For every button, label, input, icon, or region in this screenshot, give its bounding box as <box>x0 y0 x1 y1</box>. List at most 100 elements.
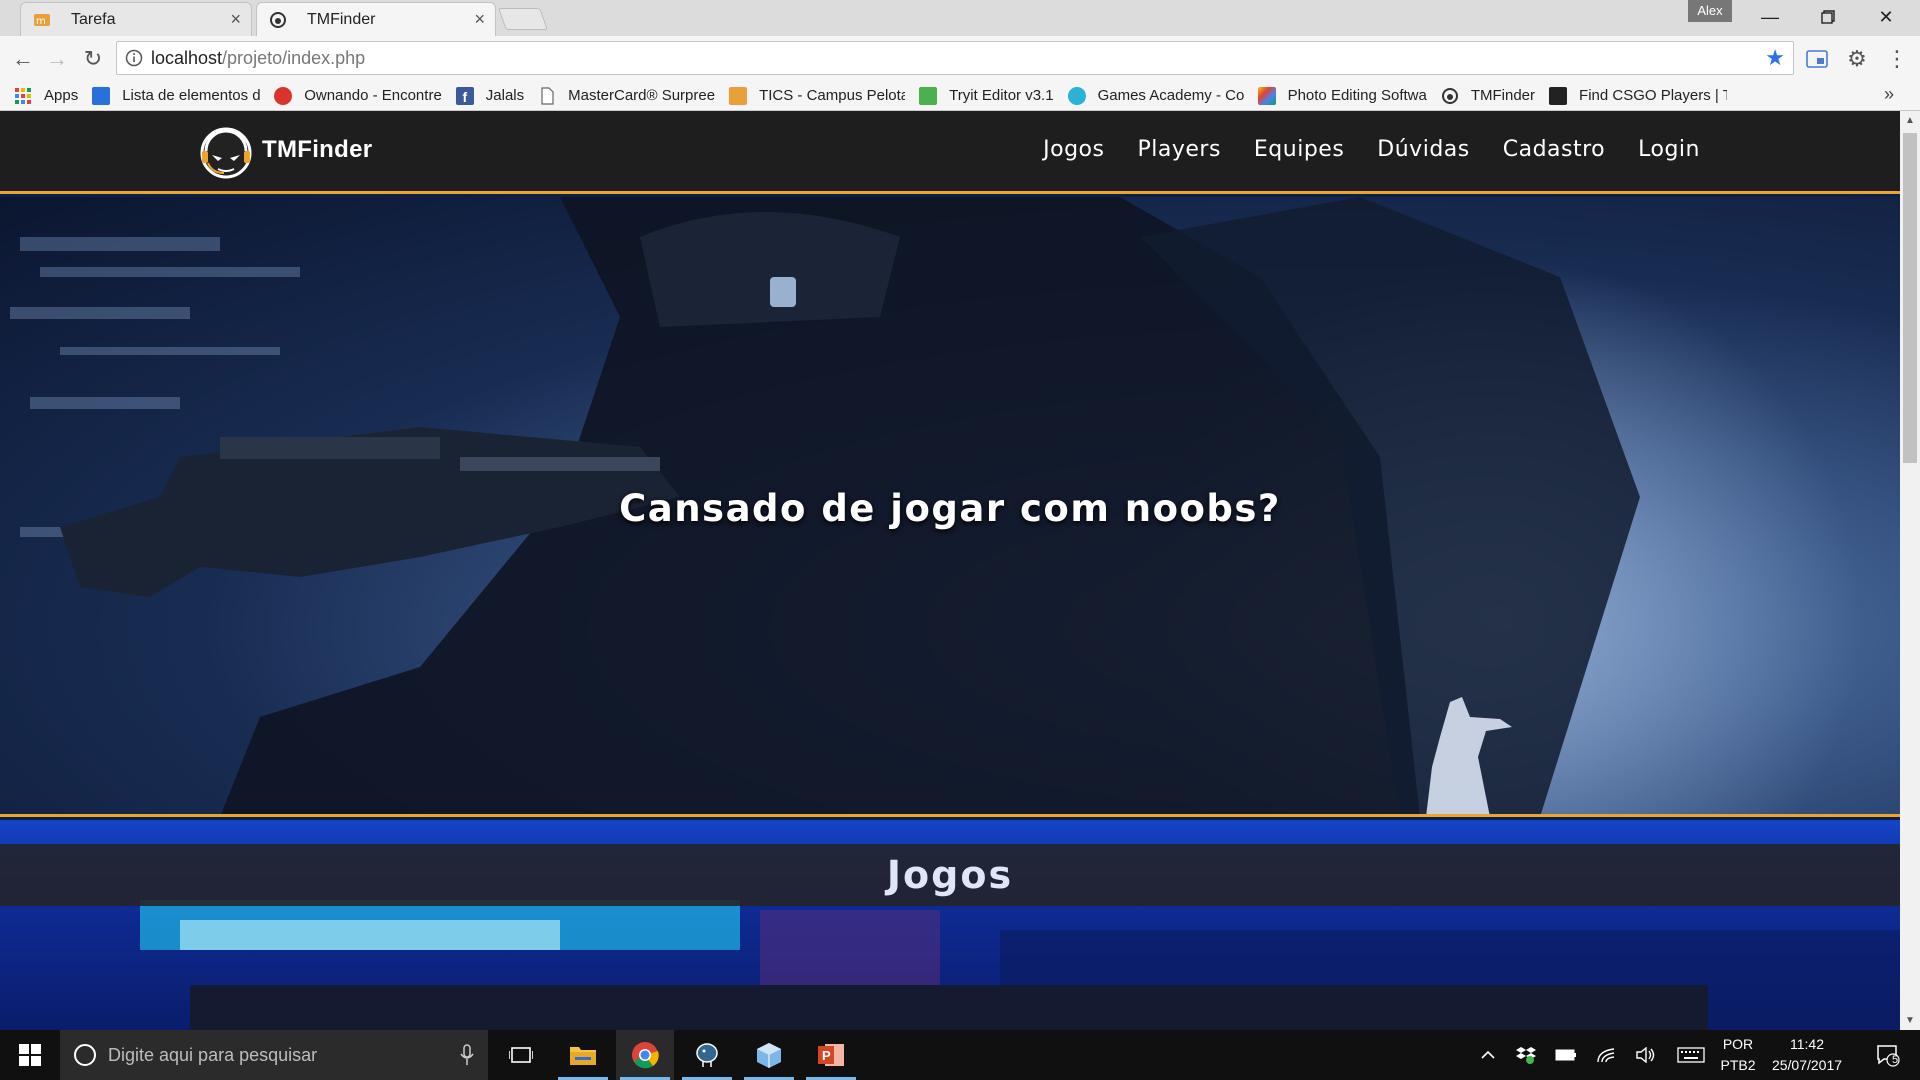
bookmark-tryit[interactable]: Tryit Editor v3.1 <box>919 86 1054 105</box>
bookmark-mastercard[interactable]: MasterCard® Surpree <box>538 86 716 105</box>
tab-tarefa[interactable]: m Tarefa × <box>20 2 252 36</box>
bookmarks-bar: Apps Lista de elementos do Ownando - Enc… <box>0 81 1920 111</box>
virtualbox-cube-icon[interactable] <box>740 1030 798 1080</box>
bookmark-ownando[interactable]: Ownando - Encontre <box>274 86 442 105</box>
close-tab-icon[interactable]: × <box>230 10 241 28</box>
page-icon <box>541 86 554 105</box>
volume-icon[interactable] <box>1632 1030 1660 1080</box>
bookmark-games-academy[interactable]: Games Academy - Co <box>1067 86 1244 105</box>
powerpoint-icon[interactable]: P <box>802 1030 860 1080</box>
reload-icon[interactable]: ↻ <box>78 44 108 74</box>
tmfinder-favicon-icon <box>1441 87 1458 104</box>
menu-item-login[interactable]: Login <box>1638 137 1700 162</box>
back-arrow-icon[interactable]: ← <box>8 44 38 74</box>
tmfinder-favicon-icon <box>270 12 286 28</box>
forward-arrow-icon[interactable]: → <box>42 44 72 74</box>
bookmark-lista-elementos[interactable]: Lista de elementos do <box>92 86 261 105</box>
action-center-icon[interactable]: 5 <box>1866 1030 1910 1080</box>
new-tab-button[interactable] <box>497 8 549 30</box>
bookmark-label: Tryit Editor v3.1 <box>949 87 1054 104</box>
bookmark-label: Find CSGO Players | T <box>1579 87 1728 104</box>
bookmark-find-csgo[interactable]: Find CSGO Players | T <box>1549 86 1728 105</box>
scrollbar-thumb[interactable] <box>1903 133 1917 463</box>
bookmark-jalals[interactable]: f Jalals <box>455 86 525 105</box>
bookmark-icon <box>919 86 938 105</box>
profile-button[interactable]: Alex <box>1688 0 1732 22</box>
windows-start-icon[interactable] <box>0 1030 60 1080</box>
info-icon[interactable] <box>117 49 151 67</box>
scroll-up-icon[interactable]: ▲ <box>1905 115 1915 126</box>
wifi-icon[interactable] <box>1592 1030 1620 1080</box>
bookmark-tmfinder[interactable]: TMFinder <box>1441 87 1535 105</box>
settings-gear-icon[interactable]: ⚙ <box>1842 44 1872 74</box>
menu-item-duvidas[interactable]: Dúvidas <box>1377 137 1469 162</box>
address-bar[interactable]: localhost/projeto/index.php ★ <box>116 41 1794 75</box>
bookmark-label: MasterCard® Surpree <box>568 87 716 104</box>
bookmark-label: Lista de elementos do <box>122 87 261 104</box>
bookmark-label: TMFinder <box>1470 87 1536 104</box>
tarefa-favicon-icon: m <box>34 14 50 27</box>
bookmark-label: Ownando - Encontre <box>304 87 442 104</box>
bookmark-icon <box>92 86 111 105</box>
bookmark-icon <box>1257 86 1276 105</box>
taskbar-clock[interactable]: 11:42 25/07/2017 <box>1752 1034 1862 1076</box>
menu-item-equipes[interactable]: Equipes <box>1254 137 1344 162</box>
bookmark-label: Jalals <box>485 87 525 104</box>
main-menu: Jogos Players Equipes Dúvidas Cadastro L… <box>1043 137 1700 162</box>
show-hidden-icons-icon[interactable] <box>1476 1030 1500 1080</box>
url-path: /projeto/index.php <box>222 47 366 68</box>
bookmark-apps[interactable]: Apps <box>14 87 78 105</box>
windows-taskbar: Digite aqui para pesquisar P POR PTB2 11… <box>0 1030 1920 1080</box>
games-section-title: Jogos <box>886 853 1014 897</box>
scroll-down-icon[interactable]: ▼ <box>1905 1015 1915 1026</box>
close-window-icon[interactable]: ✕ <box>1858 0 1914 34</box>
page-viewport: TMFinder Jogos Players Equipes Dúvidas C… <box>0 111 1900 1030</box>
bookmark-label: TICS - Campus Pelota <box>759 87 906 104</box>
games-title-band: Jogos <box>0 844 1900 906</box>
tab-tmfinder[interactable]: TMFinder × <box>256 2 496 36</box>
cast-extension-icon[interactable] <box>1802 44 1832 74</box>
file-explorer-icon[interactable] <box>554 1030 612 1080</box>
more-bookmarks-icon[interactable]: » <box>1884 84 1894 105</box>
battery-icon[interactable] <box>1552 1030 1580 1080</box>
chrome-menu-icon[interactable]: ⋮ <box>1882 44 1912 74</box>
clock-time: 11:42 <box>1790 1036 1824 1052</box>
svg-text:m: m <box>36 16 46 27</box>
page-scrollbar[interactable]: ▲ ▼ <box>1900 111 1920 1030</box>
keyboard-icon[interactable] <box>1674 1030 1708 1080</box>
bookmark-star-icon[interactable]: ★ <box>1765 45 1785 71</box>
games-section: Jogos <box>0 820 1900 1030</box>
dropbox-icon[interactable] <box>1512 1030 1540 1080</box>
hero-banner: Cansado de jogar com noobs? <box>0 197 1900 817</box>
browser-toolbar: ← → ↻ localhost/projeto/index.php ★ ⚙ ⋮ <box>0 36 1920 81</box>
bookmark-icon <box>274 86 293 105</box>
bookmark-tics[interactable]: TICS - Campus Pelota <box>729 86 906 105</box>
site-navbar: TMFinder Jogos Players Equipes Dúvidas C… <box>0 111 1900 194</box>
apps-grid-icon <box>15 87 31 104</box>
hero-title: Cansado de jogar com noobs? <box>619 487 1281 530</box>
minimize-icon[interactable]: — <box>1742 0 1798 34</box>
bookmark-icon <box>1549 86 1568 105</box>
bookmark-label: Apps <box>44 87 79 104</box>
tab-title: TMFinder <box>307 10 376 28</box>
postgres-pgadmin-icon[interactable] <box>678 1030 736 1080</box>
games-list-panel <box>190 985 1708 1030</box>
search-placeholder: Digite aqui para pesquisar <box>108 1044 318 1065</box>
url-host: localhost <box>151 47 223 68</box>
menu-item-jogos[interactable]: Jogos <box>1043 137 1104 162</box>
svg-text:P: P <box>822 1048 831 1063</box>
restore-icon[interactable] <box>1800 0 1856 34</box>
taskbar-search-box[interactable]: Digite aqui para pesquisar <box>60 1030 488 1080</box>
microphone-icon[interactable] <box>460 1044 474 1066</box>
site-logo[interactable]: TMFinder <box>198 121 372 179</box>
menu-item-players[interactable]: Players <box>1137 137 1220 162</box>
logo-text: TMFinder <box>262 136 373 163</box>
url-text: localhost/projeto/index.php <box>151 48 365 69</box>
bookmark-photo-editing[interactable]: Photo Editing Softwa <box>1257 86 1427 105</box>
chrome-icon[interactable] <box>616 1030 674 1080</box>
task-view-icon[interactable] <box>492 1030 550 1080</box>
menu-item-cadastro[interactable]: Cadastro <box>1503 137 1605 162</box>
close-tab-icon[interactable]: × <box>474 10 485 28</box>
notification-count: 5 <box>1891 1054 1899 1066</box>
browser-tab-strip: m Tarefa × TMFinder × Alex — ✕ <box>0 0 1920 36</box>
